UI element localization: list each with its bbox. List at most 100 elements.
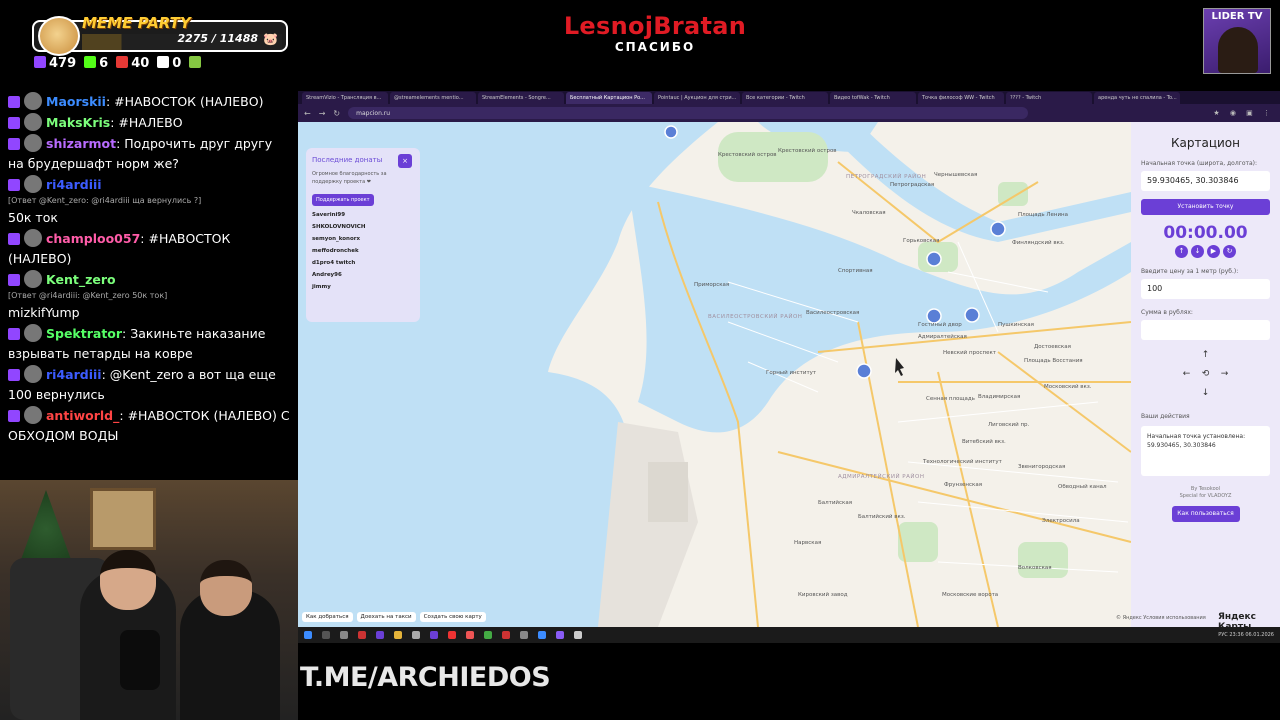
- route-button[interactable]: Как добраться: [302, 612, 353, 622]
- chat-username[interactable]: shizarmot: [46, 136, 116, 151]
- reset-icon[interactable]: ↻: [1223, 245, 1236, 258]
- taxi-button[interactable]: Доехать на такси: [356, 612, 416, 622]
- browser-tab[interactable]: Видео tofWak - Twitch: [830, 92, 916, 104]
- app-icon[interactable]: [358, 631, 366, 639]
- forward-icon[interactable]: →: [319, 109, 326, 118]
- chat-username[interactable]: ri4ardiii: [46, 177, 102, 192]
- rotate-icon[interactable]: ⟲: [1202, 369, 1210, 379]
- app-icon[interactable]: [376, 631, 384, 639]
- actions-label: Ваши действия: [1141, 413, 1190, 420]
- url-input[interactable]: mapcion.ru: [348, 107, 1029, 119]
- move-down-icon[interactable]: ↓: [1141, 384, 1270, 403]
- chat-username[interactable]: Kent_zero: [46, 272, 116, 287]
- price-input[interactable]: 100: [1141, 279, 1270, 299]
- chat-message: 50к ток: [8, 208, 290, 228]
- app-icon[interactable]: [430, 631, 438, 639]
- map-label: Гостиный двор: [918, 322, 962, 328]
- map-label: Волковская: [1018, 565, 1052, 571]
- system-tray[interactable]: РУС 23:36 06.01.2026: [1218, 632, 1274, 638]
- pig-icon: 🐷: [263, 32, 278, 46]
- app-icon[interactable]: [520, 631, 528, 639]
- how-to-use-button[interactable]: Как пользоваться: [1171, 506, 1240, 522]
- reload-icon[interactable]: ↻: [333, 109, 340, 118]
- back-icon[interactable]: ←: [304, 109, 311, 118]
- browser-tab[interactable]: StreamVizio - Трансляция в...: [302, 92, 388, 104]
- credits-by: By Tesokool: [1190, 486, 1221, 492]
- timer: 00:00.00: [1163, 223, 1248, 243]
- app-icon[interactable]: [466, 631, 474, 639]
- avatar: [24, 92, 42, 110]
- webcam-feed: [0, 480, 298, 720]
- twitch-chat: Maorskii: #НАВОСТОК (НАЛЕВО) MaksKris: #Н…: [0, 88, 298, 480]
- app-icon[interactable]: [502, 631, 510, 639]
- close-icon[interactable]: ×: [398, 154, 412, 168]
- avatar: [1218, 27, 1258, 73]
- address-bar: ← → ↻ mapcion.ru ★ ◉ ▣ ⋮: [298, 104, 1280, 122]
- browser-tab[interactable]: Все категории - Twitch: [742, 92, 828, 104]
- move-up-icon[interactable]: ↑: [1141, 346, 1270, 365]
- start-icon[interactable]: [304, 631, 312, 639]
- chat-username[interactable]: MaksKris: [46, 115, 110, 130]
- avatar: [24, 175, 42, 193]
- sum-label: Сумма в рублях:: [1141, 309, 1193, 316]
- app-icon[interactable]: [340, 631, 348, 639]
- arrow-down-icon[interactable]: ↓: [1191, 245, 1204, 258]
- support-project-button[interactable]: Поддержать проект: [312, 194, 374, 206]
- map-label: Чернышевская: [934, 172, 978, 178]
- app-icon[interactable]: [574, 631, 582, 639]
- map-label: Нарвская: [794, 540, 822, 546]
- app-icon[interactable]: [484, 631, 492, 639]
- district-label: АДМИРАЛТЕЙСКИЙ РАЙОН: [838, 474, 925, 480]
- yandex-map[interactable]: ПЕТРОГРАДСКИЙ РАЙОН ВАСИЛЕОСТРОВСКИЙ РАЙО…: [298, 122, 1280, 627]
- search-icon[interactable]: [322, 631, 330, 639]
- browser-tools-icons[interactable]: ★ ◉ ▣ ⋮: [1213, 109, 1274, 117]
- play-icon[interactable]: ▶: [1207, 245, 1220, 258]
- browser-tab[interactable]: Pointauc | Аукцион для стри...: [654, 92, 740, 104]
- chat-username[interactable]: Maorskii: [46, 94, 106, 109]
- avatar: [24, 365, 42, 383]
- app-icon[interactable]: [556, 631, 564, 639]
- credits-special: Special for VLADOYZ: [1179, 493, 1232, 499]
- browser-window: StreamVizio - Трансляция в... @streamelem…: [298, 91, 1280, 627]
- arrow-up-icon[interactable]: ↑: [1175, 245, 1188, 258]
- chat-username[interactable]: antiworld_: [46, 408, 119, 423]
- move-left-icon[interactable]: ←: [1183, 369, 1191, 379]
- rumble-icon: [189, 56, 202, 68]
- chat-message: antiworld_: #НАВОСТОК (НАЛЕВО) С ОБХОДОМ…: [8, 406, 290, 446]
- map-label: Василеостровская: [806, 310, 860, 316]
- chat-message: MaksKris: #НАЛЕВО: [8, 113, 290, 133]
- app-icon[interactable]: [412, 631, 420, 639]
- start-point-input[interactable]: 59.930465, 30.303846: [1141, 171, 1270, 191]
- chat-message: Maorskii: #НАВОСТОК (НАЛЕВО): [8, 92, 290, 112]
- chat-text: #НАЛЕВО: [114, 115, 183, 130]
- browser-tab[interactable]: @streamelements mentio...: [390, 92, 476, 104]
- map-controls: Как добраться Доехать на такси Создать с…: [302, 612, 486, 622]
- create-map-link[interactable]: Создать свою карту: [419, 612, 486, 622]
- map-label: Витебский вкз.: [962, 439, 1006, 445]
- map-label: Финляндский вкз.: [1012, 240, 1065, 246]
- chrome-icon[interactable]: [448, 631, 456, 639]
- browser-tab[interactable]: аренда чуть не спалила - To...: [1094, 92, 1180, 104]
- streamer-right-head: [200, 560, 252, 616]
- app-icon[interactable]: [538, 631, 546, 639]
- folder-icon[interactable]: [394, 631, 402, 639]
- browser-tab[interactable]: StreamElements - Songre...: [478, 92, 564, 104]
- move-right-icon[interactable]: →: [1221, 369, 1229, 379]
- donor-name: jimmy: [312, 284, 331, 290]
- map-label: Горьковская: [903, 238, 940, 244]
- chat-username[interactable]: ri4ardiii: [46, 367, 102, 382]
- browser-tab[interactable]: ???? - Twitch: [1006, 92, 1092, 104]
- chat-message: champloo057: #НАВОСТОК (НАЛЕВО): [8, 229, 290, 269]
- chat-username[interactable]: Spektrator: [46, 326, 122, 341]
- stat-value: 479: [49, 56, 77, 71]
- map-attribution[interactable]: © Яндекс Условия использования: [1116, 615, 1206, 621]
- map-label: Балтийский вкз.: [858, 514, 906, 520]
- browser-tab[interactable]: Точка философ WW - Twitch: [918, 92, 1004, 104]
- browser-tab[interactable]: Бесплатный Картацион Ро...: [566, 92, 652, 104]
- sum-input[interactable]: [1141, 320, 1270, 340]
- map-label: Технологический институт: [923, 459, 1002, 465]
- meme-party-label: MEME PARTY: [82, 14, 191, 32]
- chat-username[interactable]: champloo057: [46, 231, 140, 246]
- map-label: Площадь Восстания: [1024, 358, 1083, 364]
- set-point-button[interactable]: Установить точку: [1141, 199, 1270, 215]
